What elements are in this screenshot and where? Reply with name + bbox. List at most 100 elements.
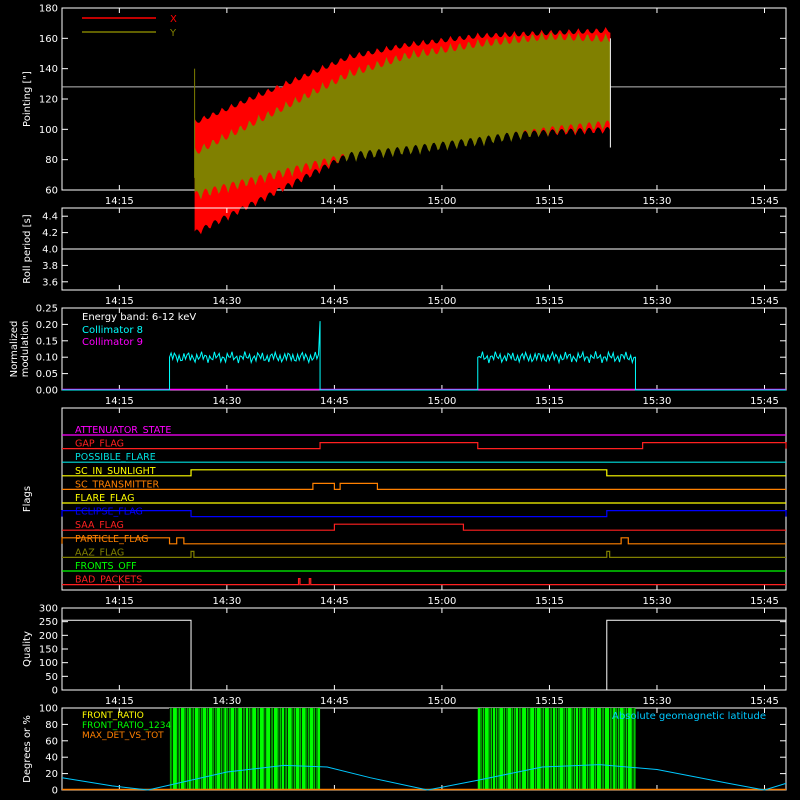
y-tick-label: 100 <box>39 125 58 136</box>
x-tick-label: 14:45 <box>320 396 349 407</box>
flag-line <box>62 482 786 490</box>
flag-label: ECLIPSE_FLAG <box>75 507 143 518</box>
legend-label-collimator8: Collimator 8 <box>82 325 143 336</box>
flag-line <box>62 578 786 586</box>
y-tick-label: 0.25 <box>36 304 58 315</box>
flag-label: GAP_FLAG <box>75 439 124 450</box>
y-tick-label: 150 <box>39 645 58 656</box>
y-axis-label: Flags <box>22 486 33 512</box>
flag-label: POSSIBLE_FLARE <box>75 452 156 463</box>
y-tick-label: 250 <box>39 617 58 628</box>
legend-label-geomag: Absolute geomagnetic latitude <box>612 711 766 722</box>
y-axis-label: Pointing ["] <box>22 71 33 127</box>
y-tick-label: 3.6 <box>42 277 58 288</box>
y-tick-label: 0.20 <box>36 320 58 331</box>
y-tick-label: 200 <box>39 631 58 642</box>
flag-line <box>62 442 787 450</box>
flag-line <box>61 537 786 545</box>
y-tick-label: 50 <box>45 672 58 683</box>
y-tick-label: 80 <box>45 720 58 731</box>
quality-line <box>62 619 786 691</box>
x-tick-label: 15:15 <box>535 596 564 607</box>
x-tick-label: 15:15 <box>535 396 564 407</box>
flag-line <box>62 469 786 477</box>
y-tick-label: 0.00 <box>36 386 58 397</box>
y-tick-label: 60 <box>45 736 58 747</box>
x-tick-label: 14:15 <box>105 596 134 607</box>
x-tick-label: 15:30 <box>643 596 672 607</box>
flag-label: FLARE_FLAG <box>75 493 135 504</box>
x-tick-label: 15:00 <box>428 596 457 607</box>
collimator8-line <box>62 321 786 391</box>
y-tick-label: 4.4 <box>42 212 58 223</box>
x-tick-label: 14:45 <box>320 196 349 207</box>
x-tick-label: 15:30 <box>643 196 672 207</box>
flag-line <box>62 523 786 531</box>
y-tick-label: 140 <box>39 64 58 75</box>
panel-pointing: 14:1514:3014:4515:0015:1515:3015:4560801… <box>22 4 787 235</box>
legend-title: Energy band: 6-12 keV <box>82 312 196 323</box>
panel-flags: 14:15 14:30 14:45 15:00 15:15 15:30 15:45 Flags… <box>22 407 787 607</box>
y-axis-label: Roll period [s] <box>22 214 33 283</box>
x-tick-label: 14:30 <box>212 396 241 407</box>
x-tick-label: 15:00 <box>428 196 457 207</box>
y-tick-label: 0 <box>52 786 58 797</box>
flag-label: BAD_PACKETS <box>75 575 142 586</box>
x-tick-label: 14:45 <box>320 296 349 307</box>
x-tick-label: 15:15 <box>535 296 564 307</box>
x-tick-label: 15:00 <box>428 396 457 407</box>
y-tick-label: 300 <box>39 604 58 615</box>
y-tick-label: 100 <box>39 658 58 669</box>
y-tick-label: 160 <box>39 34 58 45</box>
x-tick-label: 14:15 <box>105 196 134 207</box>
x-tick-label: 15:45 <box>750 296 779 307</box>
x-tick-label: 15:45 <box>750 696 779 707</box>
y-tick-label: 0.10 <box>36 353 58 364</box>
x-tick-label: 14:45 <box>320 596 349 607</box>
x-tick-label: 14:30 <box>212 596 241 607</box>
legend-label-ratio: FRONT_RATIO <box>82 711 144 721</box>
x-tick-label: 15:00 <box>428 696 457 707</box>
legend-label-y: Y <box>169 28 177 39</box>
y-axis-label: Degrees or % <box>22 715 33 783</box>
x-tick-label: 14:15 <box>105 396 134 407</box>
panel-quality: 14:15 14:30 14:45 15:00 15:15 15:30 15:45 0 50 10… <box>22 604 787 707</box>
flag-label: FRONTS_OFF <box>75 561 137 572</box>
y-axis-label: Normalizedmodulation <box>9 321 31 378</box>
hessi-quicklook-figure: 14:15 14:30 14:45 15:00 15:15 15:30 15:45 60 80 1… <box>9 4 787 797</box>
x-tick-label: 15:30 <box>643 396 672 407</box>
x-tick-label: 14:15 <box>105 296 134 307</box>
x-tick-label: 15:00 <box>428 296 457 307</box>
x-tick-label: 14:15 <box>105 696 134 707</box>
x-tick-label: 15:15 <box>535 196 564 207</box>
y-tick-label: 0 <box>52 686 58 697</box>
flag-label: SC_TRANSMITTER <box>75 479 160 490</box>
y-tick-label: 20 <box>45 769 58 780</box>
legend-label-ratio: MAX_DET_VS_TOT <box>82 731 164 741</box>
x-tick-label: 14:45 <box>320 696 349 707</box>
x-tick-label: 15:45 <box>750 596 779 607</box>
y-tick-label: 4.0 <box>42 245 58 256</box>
y-tick-label: 0.15 <box>36 336 58 347</box>
y-tick-label: 4.2 <box>42 228 58 239</box>
legend-label-ratio: FRONT_RATIO_1234 <box>82 721 172 731</box>
flag-label: SAA_FLAG <box>75 520 124 531</box>
flag-label: ATTENUATOR_STATE <box>75 425 171 436</box>
flag-label: SC_IN_SUNLIGHT <box>75 466 156 477</box>
x-tick-label: 15:45 <box>750 396 779 407</box>
x-tick-label: 15:15 <box>535 696 564 707</box>
x-tick-label: 14:30 <box>212 296 241 307</box>
x-tick-label: 15:30 <box>643 696 672 707</box>
y-tick-label: 0.05 <box>36 369 58 380</box>
y-tick-label: 80 <box>45 155 58 166</box>
flag-label: AAZ_FLAG <box>75 547 124 558</box>
x-tick-label: 15:45 <box>750 196 779 207</box>
front-ratio-block <box>169 708 321 790</box>
y-tick-label: 180 <box>39 4 58 15</box>
y-tick-label: 100 <box>39 704 58 715</box>
legend-label-collimator9: Collimator 9 <box>82 337 143 348</box>
y-tick-label: 60 <box>45 186 58 197</box>
y-axis-label: Quality <box>22 631 33 667</box>
panel-ratios: 0 20 40 60 80 100 Degrees or % FRONT_RATIOFRONT… <box>22 704 787 797</box>
x-tick-label: 15:30 <box>643 296 672 307</box>
